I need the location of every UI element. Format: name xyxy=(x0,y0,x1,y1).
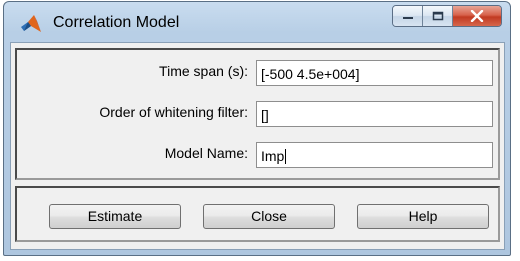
parameters-panel: Time span (s): [-500 4.5e+004] Order of … xyxy=(15,48,500,180)
maximize-icon xyxy=(432,11,443,21)
caption-buttons xyxy=(392,5,502,27)
close-button[interactable]: Close xyxy=(203,204,335,229)
model-name-value: Imp xyxy=(261,148,285,164)
whitening-order-label: Order of whitening filter: xyxy=(99,104,248,120)
minimize-button[interactable] xyxy=(393,6,423,26)
help-button[interactable]: Help xyxy=(357,204,489,229)
correlation-model-window: Correlation Model Time span (s): [-500 4… xyxy=(3,1,511,256)
maximize-button[interactable] xyxy=(423,6,453,26)
time-span-value: [-500 4.5e+004] xyxy=(261,66,360,82)
title-bar[interactable]: Correlation Model xyxy=(4,2,510,42)
time-span-label: Time span (s): xyxy=(159,63,248,79)
estimate-button[interactable]: Estimate xyxy=(49,204,181,229)
close-window-button[interactable] xyxy=(453,6,501,26)
whitening-order-input[interactable]: [] xyxy=(256,101,493,127)
actions-panel: Estimate Close Help xyxy=(15,186,500,242)
window-title: Correlation Model xyxy=(53,14,180,31)
text-caret xyxy=(285,149,287,164)
minimize-icon xyxy=(402,17,413,19)
whitening-order-value: [] xyxy=(261,107,269,123)
dialog-client-area: Time span (s): [-500 4.5e+004] Order of … xyxy=(10,42,505,250)
model-name-label: Model Name: xyxy=(164,145,248,161)
model-name-input[interactable]: Imp xyxy=(256,142,493,168)
close-icon xyxy=(470,10,484,22)
matlab-logo-icon xyxy=(20,13,42,35)
time-span-input[interactable]: [-500 4.5e+004] xyxy=(256,60,493,86)
